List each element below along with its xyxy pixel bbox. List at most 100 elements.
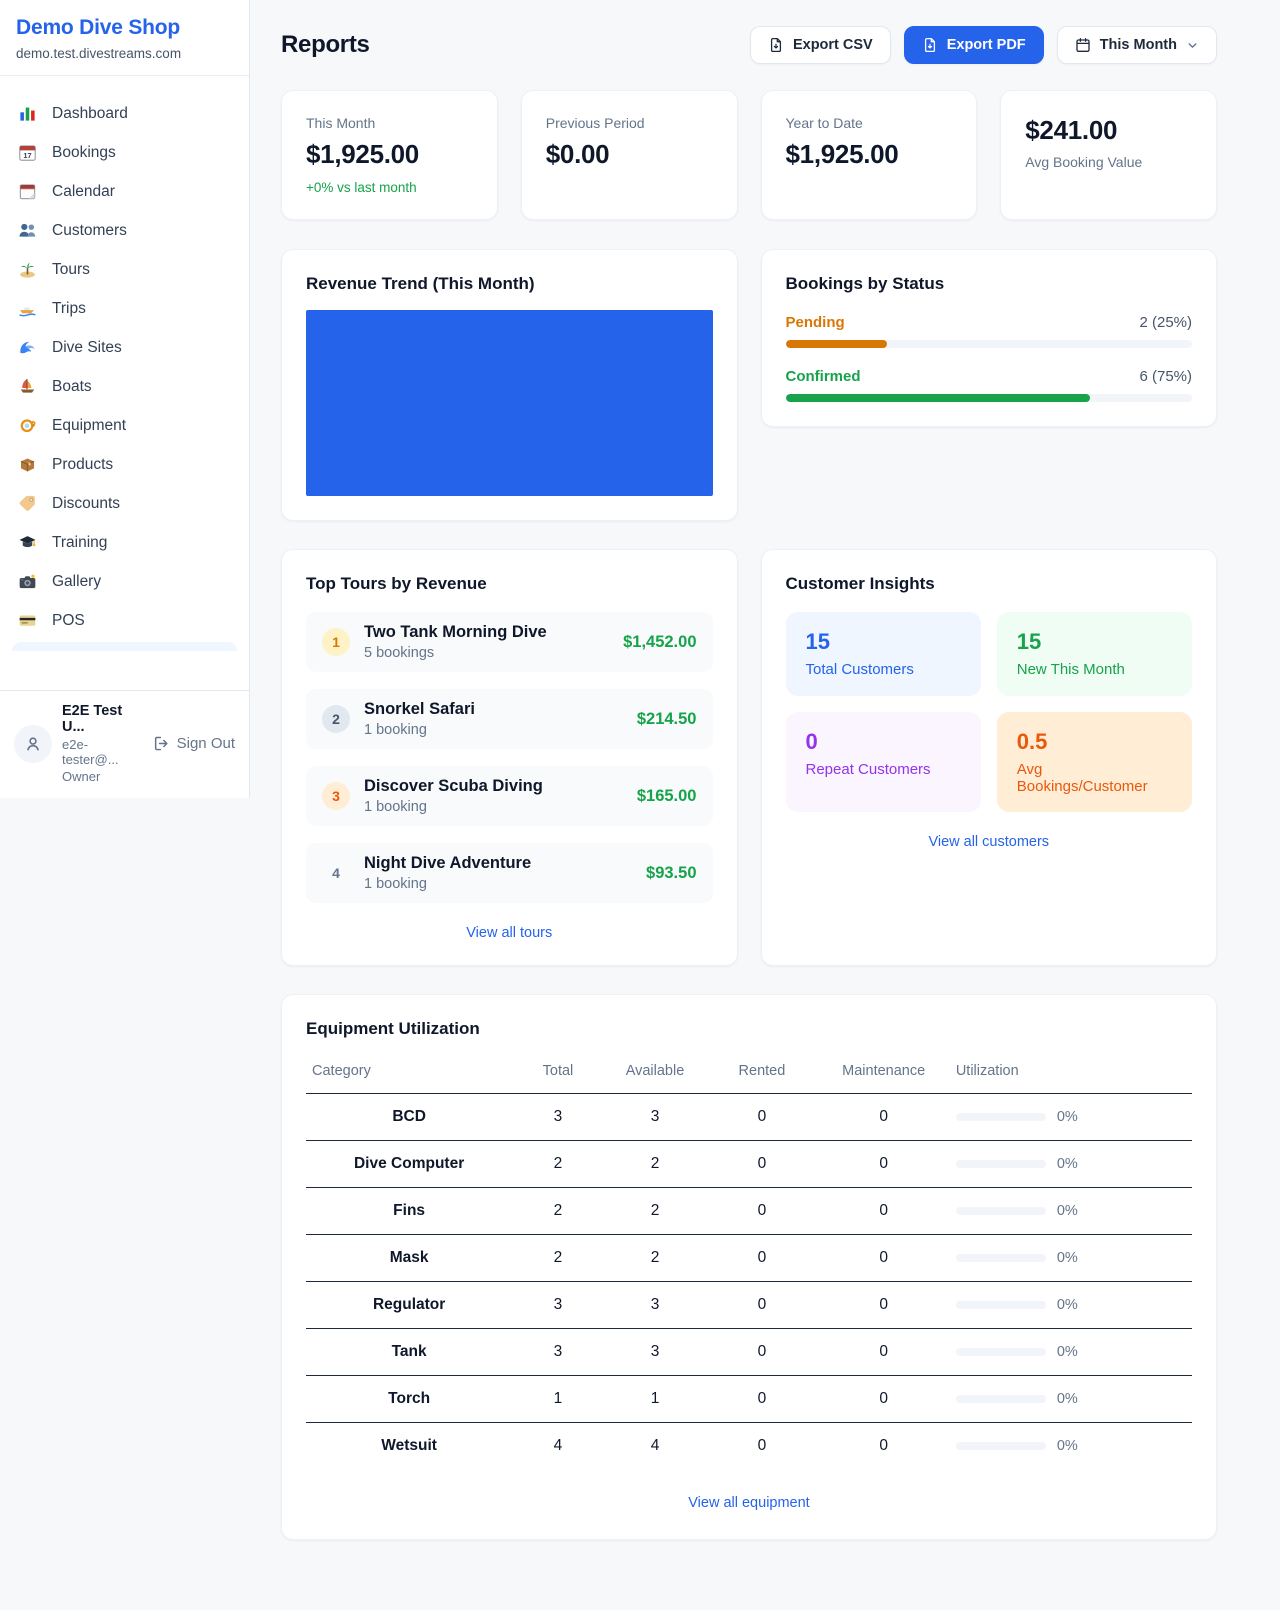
sidebar-header: Demo Dive Shop demo.test.divestreams.com: [0, 0, 249, 76]
export-pdf-label: Export PDF: [947, 37, 1026, 53]
stat-card-previous-period: Previous Period $0.00: [521, 90, 738, 220]
sidebar-item-trips[interactable]: Trips: [8, 289, 241, 328]
status-bar-fill: [786, 394, 1091, 402]
sidebar-item-label: Tours: [52, 261, 90, 279]
table-row: Tank 3 3 0 0 0%: [306, 1329, 1192, 1376]
island-icon: [18, 260, 37, 279]
tour-revenue: $165.00: [637, 787, 697, 806]
cell-total: 3: [512, 1094, 603, 1141]
sidebar-item-label: Calendar: [52, 183, 115, 201]
insight-value: 15: [1017, 629, 1172, 655]
insight-label: New This Month: [1017, 661, 1172, 678]
status-bar-track: [786, 394, 1193, 402]
sidebar-item-discounts[interactable]: Discounts: [8, 484, 241, 523]
cell-category: Mask: [306, 1235, 512, 1282]
sidebar-item-label: Customers: [52, 222, 127, 240]
cell-available: 2: [604, 1188, 707, 1235]
status-bar-fill: [786, 340, 888, 348]
cell-total: 3: [512, 1282, 603, 1329]
period-dropdown[interactable]: This Month: [1057, 26, 1217, 64]
wave-icon: [18, 338, 37, 357]
cell-available: 3: [604, 1094, 707, 1141]
dive-mask-icon: [18, 416, 37, 435]
utilization-percent: 0%: [1057, 1203, 1078, 1219]
view-all-equipment-link[interactable]: View all equipment: [306, 1495, 1192, 1511]
table-header-row: Category Total Available Rented Maintena…: [306, 1055, 1192, 1094]
sidebar-item-customers[interactable]: Customers: [8, 211, 241, 250]
rank-badge: 2: [322, 705, 350, 733]
utilization-percent: 0%: [1057, 1250, 1078, 1266]
tour-bookings: 1 booking: [364, 722, 623, 738]
cell-available: 4: [604, 1423, 707, 1470]
sidebar-item-training[interactable]: Training: [8, 523, 241, 562]
tour-item: 2 Snorkel Safari1 booking $214.50: [306, 689, 713, 749]
sidebar-item-pos[interactable]: POS: [8, 601, 241, 640]
sidebar-item-bookings[interactable]: 17 Bookings: [8, 133, 241, 172]
column-header-total: Total: [512, 1055, 603, 1094]
tour-list: 1 Two Tank Morning Dive5 bookings $1,452…: [306, 612, 713, 903]
insight-tile-new-this-month: 15 New This Month: [997, 612, 1192, 696]
sidebar-item-boats[interactable]: Boats: [8, 367, 241, 406]
cell-category: Fins: [306, 1188, 512, 1235]
table-row: Fins 2 2 0 0 0%: [306, 1188, 1192, 1235]
cell-total: 2: [512, 1235, 603, 1282]
page-title: Reports: [281, 31, 370, 59]
cell-available: 1: [604, 1376, 707, 1423]
utilization-bar: [956, 1442, 1046, 1450]
sidebar-item-products[interactable]: Products: [8, 445, 241, 484]
page-header: Reports Export CSV Export PDF This Month: [281, 26, 1217, 64]
sidebar-item-equipment[interactable]: Equipment: [8, 406, 241, 445]
rank-badge: 1: [322, 628, 350, 656]
stat-value: $241.00: [1025, 115, 1192, 146]
sidebar-item-tours[interactable]: Tours: [8, 250, 241, 289]
shop-name: Demo Dive Shop: [16, 16, 233, 40]
cell-rented: 0: [706, 1235, 817, 1282]
equipment-utilization-card: Equipment Utilization Category Total Ava…: [281, 994, 1217, 1540]
sidebar-item-dive-sites[interactable]: Dive Sites: [8, 328, 241, 367]
sidebar-item-label: Trips: [52, 300, 86, 318]
user-meta: E2E Test U... e2e-tester@... Owner: [62, 703, 143, 784]
utilization-percent: 0%: [1057, 1344, 1078, 1360]
status-label: Confirmed: [786, 368, 861, 385]
equipment-table: Category Total Available Rented Maintena…: [306, 1055, 1192, 1469]
person-icon: [24, 735, 42, 753]
view-all-tours-link[interactable]: View all tours: [306, 925, 713, 941]
tour-bookings: 1 booking: [364, 799, 623, 815]
customer-insights-title: Customer Insights: [786, 574, 1193, 594]
tour-name: Discover Scuba Diving: [364, 777, 623, 796]
sidebar-item-label: Dive Sites: [52, 339, 122, 357]
sidebar-item-label: Products: [52, 456, 113, 474]
stats-row: This Month $1,925.00 +0% vs last month P…: [281, 90, 1217, 220]
export-csv-button[interactable]: Export CSV: [750, 26, 891, 64]
export-pdf-button[interactable]: Export PDF: [904, 26, 1044, 64]
cell-category: Regulator: [306, 1282, 512, 1329]
sidebar-item-gallery[interactable]: Gallery: [8, 562, 241, 601]
cell-category: BCD: [306, 1094, 512, 1141]
package-icon: [18, 455, 37, 474]
status-value: 2 (25%): [1139, 314, 1192, 331]
insight-value: 15: [806, 629, 961, 655]
view-all-customers-link[interactable]: View all customers: [786, 834, 1193, 850]
cell-maintenance: 0: [818, 1235, 950, 1282]
sidebar-item-reports-partial[interactable]: [12, 642, 237, 651]
period-label: This Month: [1100, 37, 1177, 53]
sidebar-item-dashboard[interactable]: Dashboard: [8, 94, 241, 133]
sidebar-item-calendar[interactable]: Calendar: [8, 172, 241, 211]
chevron-down-icon: [1186, 39, 1199, 52]
tour-bookings: 1 booking: [364, 876, 632, 892]
sailboat-icon: [18, 377, 37, 396]
shop-domain: demo.test.divestreams.com: [16, 46, 233, 61]
column-header-category: Category: [306, 1055, 512, 1094]
people-icon: [18, 221, 37, 240]
sign-out-button[interactable]: Sign Out: [153, 735, 235, 752]
utilization-bar: [956, 1348, 1046, 1356]
status-value: 6 (75%): [1139, 368, 1192, 385]
insight-tile-avg-bookings: 0.5 Avg Bookings/Customer: [997, 712, 1192, 812]
revenue-trend-title: Revenue Trend (This Month): [306, 274, 713, 294]
stat-value: $1,925.00: [786, 139, 953, 170]
stat-label: Avg Booking Value: [1025, 154, 1192, 170]
tour-revenue: $93.50: [646, 864, 696, 883]
stat-delta: +0% vs last month: [306, 180, 473, 195]
tour-revenue: $214.50: [637, 710, 697, 729]
utilization-percent: 0%: [1057, 1156, 1078, 1172]
